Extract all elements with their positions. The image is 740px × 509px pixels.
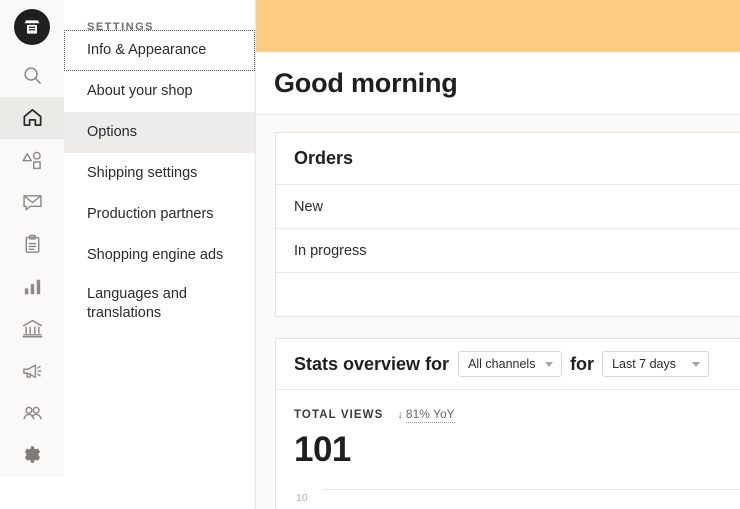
rail-item-home[interactable]: [0, 97, 64, 139]
settings-heading: SETTINGS: [64, 0, 255, 24]
sidebar-item-label: Production partners: [87, 205, 214, 224]
greeting-bar: Good morning: [256, 52, 740, 115]
arrow-down-icon: ↓: [397, 410, 403, 421]
orders-row-in-progress[interactable]: In progress: [276, 229, 740, 273]
clipboard-icon: [21, 233, 44, 256]
chart-y-tick-label: 10: [296, 492, 308, 504]
orders-card-filler: [276, 273, 740, 316]
rail-item-orders[interactable]: [0, 223, 64, 265]
message-icon: [21, 191, 44, 214]
settings-sidebar: SETTINGS Info & Appearance About your sh…: [64, 0, 256, 509]
sidebar-item-label: About your shop: [87, 82, 193, 101]
rail-item-settings[interactable]: [0, 434, 64, 476]
orders-row-new[interactable]: New: [276, 185, 740, 229]
app-window: SETTINGS Info & Appearance About your sh…: [0, 0, 740, 509]
sidebar-item-shipping-settings[interactable]: Shipping settings: [64, 153, 255, 194]
chevron-down-icon: [692, 362, 700, 367]
stat-metric-value: 101: [294, 432, 740, 467]
rail-item-messages[interactable]: [0, 181, 64, 223]
people-icon: [21, 402, 44, 425]
bar-chart-icon: [21, 275, 44, 298]
chart-gridline: [322, 489, 740, 490]
orders-row-label: In progress: [294, 243, 367, 259]
header-banner: [256, 0, 740, 52]
chevron-down-icon: [545, 362, 553, 367]
gear-icon: [22, 445, 43, 466]
main-content: Good morning Orders New In progress Stat: [256, 0, 740, 509]
shop-logo-icon: [14, 9, 50, 45]
orders-card-header: Orders: [276, 133, 740, 185]
bank-icon: [21, 317, 44, 340]
rail-tail: [0, 477, 64, 509]
rail-item-community[interactable]: [0, 392, 64, 434]
orders-card-title: Orders: [294, 148, 353, 168]
stats-overview-card: Stats overview for All channels for Last…: [275, 338, 740, 509]
shop-logo[interactable]: [0, 0, 64, 55]
stat-delta[interactable]: ↓ 81% YoY: [397, 407, 454, 423]
shapes-icon: [21, 149, 44, 172]
search-icon: [21, 64, 44, 87]
sidebar-item-label: Languages and translations: [87, 285, 241, 323]
content-scroll-area: Orders New In progress Stats overview fo…: [256, 115, 740, 509]
stats-card-title-conjunction: for: [570, 354, 594, 375]
stats-chart: 10: [294, 489, 740, 509]
period-select-value: Last 7 days: [612, 357, 676, 371]
rail-item-stats[interactable]: [0, 266, 64, 308]
rail-item-listings[interactable]: [0, 139, 64, 181]
home-icon: [21, 106, 44, 129]
rail-item-search[interactable]: [0, 55, 64, 97]
stat-delta-text[interactable]: 81% YoY: [406, 407, 455, 423]
page-title: Good morning: [274, 68, 458, 99]
settings-nav-list: Info & Appearance About your shop Option…: [64, 30, 255, 332]
sidebar-item-label: Info & Appearance: [87, 41, 206, 60]
channel-select-value: All channels: [468, 357, 535, 371]
sidebar-item-label: Shipping settings: [87, 164, 197, 183]
stat-metric-label: TOTAL VIEWS: [294, 409, 383, 421]
sidebar-item-label: Options: [87, 123, 137, 142]
stats-card-title: Stats overview for: [294, 354, 449, 375]
channel-select[interactable]: All channels: [458, 351, 562, 377]
sidebar-item-label: Shopping engine ads: [87, 246, 223, 265]
stats-card-body: TOTAL VIEWS ↓ 81% YoY 101 10: [276, 390, 740, 509]
megaphone-icon: [21, 360, 44, 383]
sidebar-item-info-appearance[interactable]: Info & Appearance: [64, 30, 255, 71]
sidebar-item-production-partners[interactable]: Production partners: [64, 194, 255, 235]
primary-icon-rail: [0, 0, 64, 509]
sidebar-item-shopping-engine-ads[interactable]: Shopping engine ads: [64, 235, 255, 276]
sidebar-item-about-your-shop[interactable]: About your shop: [64, 71, 255, 112]
sidebar-item-languages-translations[interactable]: Languages and translations: [64, 276, 255, 332]
period-select[interactable]: Last 7 days: [602, 351, 709, 377]
rail-item-marketing[interactable]: [0, 350, 64, 392]
orders-card: Orders New In progress: [275, 132, 740, 317]
rail-item-finances[interactable]: [0, 308, 64, 350]
orders-row-label: New: [294, 199, 323, 215]
stat-label-row: TOTAL VIEWS ↓ 81% YoY: [294, 407, 740, 423]
stats-card-header: Stats overview for All channels for Last…: [276, 339, 740, 390]
sidebar-item-options[interactable]: Options: [64, 112, 255, 153]
